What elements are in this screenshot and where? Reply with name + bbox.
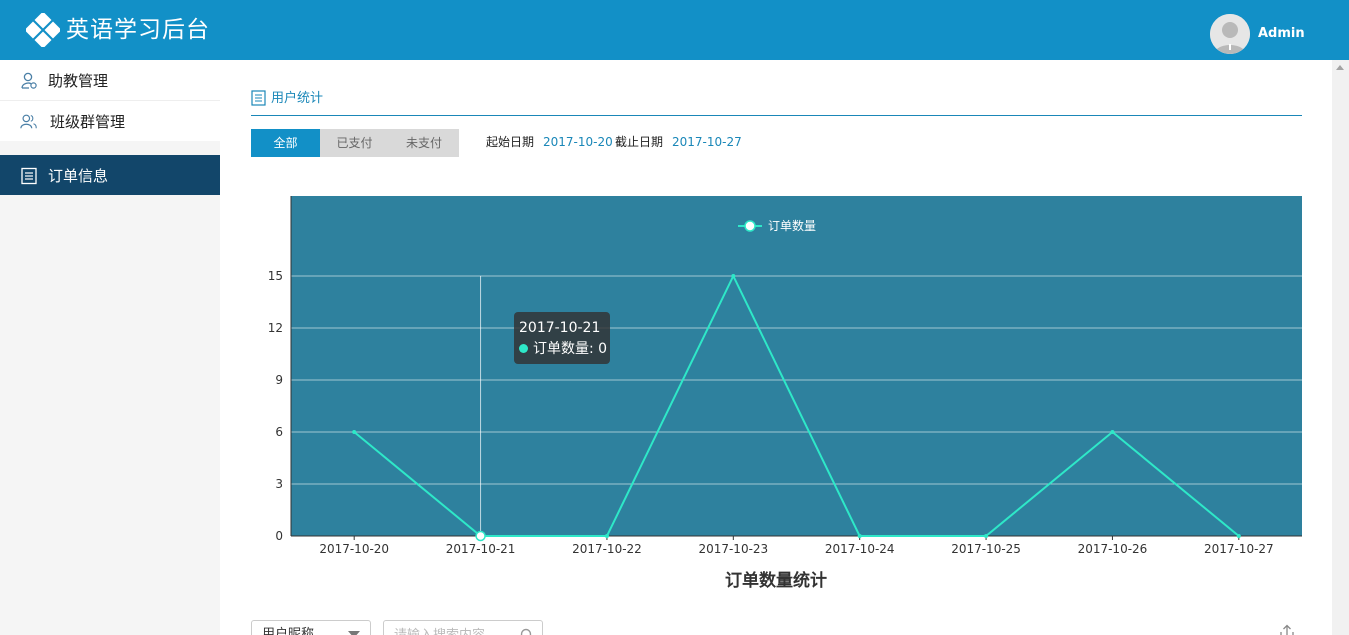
user-avatar[interactable] bbox=[1210, 14, 1250, 54]
tooltip-series-dot bbox=[519, 344, 528, 353]
x-tick-label: 2017-10-20 bbox=[319, 542, 389, 556]
y-tick-label: 9 bbox=[275, 373, 283, 387]
data-point bbox=[604, 534, 609, 538]
x-tick-label: 2017-10-26 bbox=[1078, 542, 1148, 556]
series-line bbox=[353, 273, 1240, 537]
search-icon[interactable] bbox=[520, 628, 534, 635]
x-tick-label: 2017-10-21 bbox=[446, 542, 516, 556]
tooltip-date: 2017-10-21 bbox=[519, 320, 601, 336]
chart-title: 订单数量统计 bbox=[725, 571, 827, 591]
x-tick-label: 2017-10-24 bbox=[825, 542, 895, 556]
sidebar-item-orders[interactable]: 订单信息 bbox=[0, 155, 220, 195]
data-point bbox=[731, 274, 736, 278]
data-point bbox=[857, 534, 862, 538]
legend-label: 订单数量 bbox=[768, 218, 816, 233]
x-tick-label: 2017-10-23 bbox=[698, 542, 768, 556]
document-icon bbox=[251, 90, 266, 106]
y-tick-label: 3 bbox=[275, 477, 283, 491]
search-input[interactable] bbox=[384, 621, 514, 635]
assistant-icon bbox=[21, 72, 37, 89]
data-point bbox=[984, 534, 989, 538]
x-tick-label: 2017-10-22 bbox=[572, 542, 642, 556]
data-point bbox=[475, 530, 486, 542]
app-title: 英语学习后台 bbox=[66, 17, 210, 43]
y-tick-label: 12 bbox=[268, 321, 283, 335]
vertical-scrollbar[interactable] bbox=[1332, 60, 1349, 635]
plot-area bbox=[291, 196, 1302, 536]
y-tick-label: 15 bbox=[268, 269, 283, 283]
sidebar-item-label: 助教管理 bbox=[48, 72, 109, 90]
search-field-selected: 用户昵称 bbox=[262, 627, 315, 635]
group-icon bbox=[20, 114, 37, 129]
scroll-up-icon[interactable] bbox=[1336, 65, 1344, 70]
x-tick-label: 2017-10-25 bbox=[951, 542, 1021, 556]
section-title: 用户统计 bbox=[271, 91, 324, 106]
end-date-picker[interactable]: 2017-10-27 bbox=[672, 134, 742, 150]
end-date-label: 截止日期 bbox=[615, 135, 664, 149]
start-date-picker[interactable]: 2017-10-20 bbox=[543, 134, 613, 150]
sidebar-item-label: 班级群管理 bbox=[50, 113, 126, 131]
filter-unpaid-button[interactable]: 未支付 bbox=[389, 129, 459, 157]
search-box bbox=[383, 620, 543, 635]
filter-paid-button[interactable]: 已支付 bbox=[320, 129, 389, 157]
tooltip-value: 订单数量: 0 bbox=[533, 341, 608, 357]
y-tick-label: 6 bbox=[275, 425, 283, 439]
data-point bbox=[352, 430, 357, 434]
sidebar-item-assistant[interactable]: 助教管理 bbox=[0, 60, 220, 100]
y-tick-label: 0 bbox=[275, 529, 283, 543]
order-icon bbox=[21, 167, 37, 185]
data-point bbox=[1236, 534, 1241, 538]
sidebar: 助教管理 班级群管理 订单信息 bbox=[0, 60, 220, 635]
user-avatar-icon bbox=[1210, 14, 1250, 54]
chart-tooltip: 2017-10-21 订单数量: 0 bbox=[514, 312, 610, 364]
legend-marker bbox=[744, 220, 756, 232]
x-tick-label: 2017-10-27 bbox=[1204, 542, 1274, 556]
top-header: 英语学习后台 Admin bbox=[0, 0, 1349, 60]
user-name[interactable]: Admin bbox=[1258, 25, 1305, 43]
data-point bbox=[1110, 430, 1115, 434]
export-icon[interactable] bbox=[1278, 624, 1296, 635]
start-date-label: 起始日期 bbox=[486, 135, 535, 149]
sidebar-item-label: 订单信息 bbox=[48, 167, 109, 185]
chevron-down-icon bbox=[348, 631, 360, 635]
filter-all-button[interactable]: 全部 bbox=[251, 129, 320, 157]
search-field-select[interactable]: 用户昵称 bbox=[251, 620, 371, 635]
section-header: 用户统计 bbox=[251, 88, 1302, 116]
app-logo-icon bbox=[26, 13, 60, 47]
sidebar-item-class-group[interactable]: 班级群管理 bbox=[0, 101, 220, 141]
